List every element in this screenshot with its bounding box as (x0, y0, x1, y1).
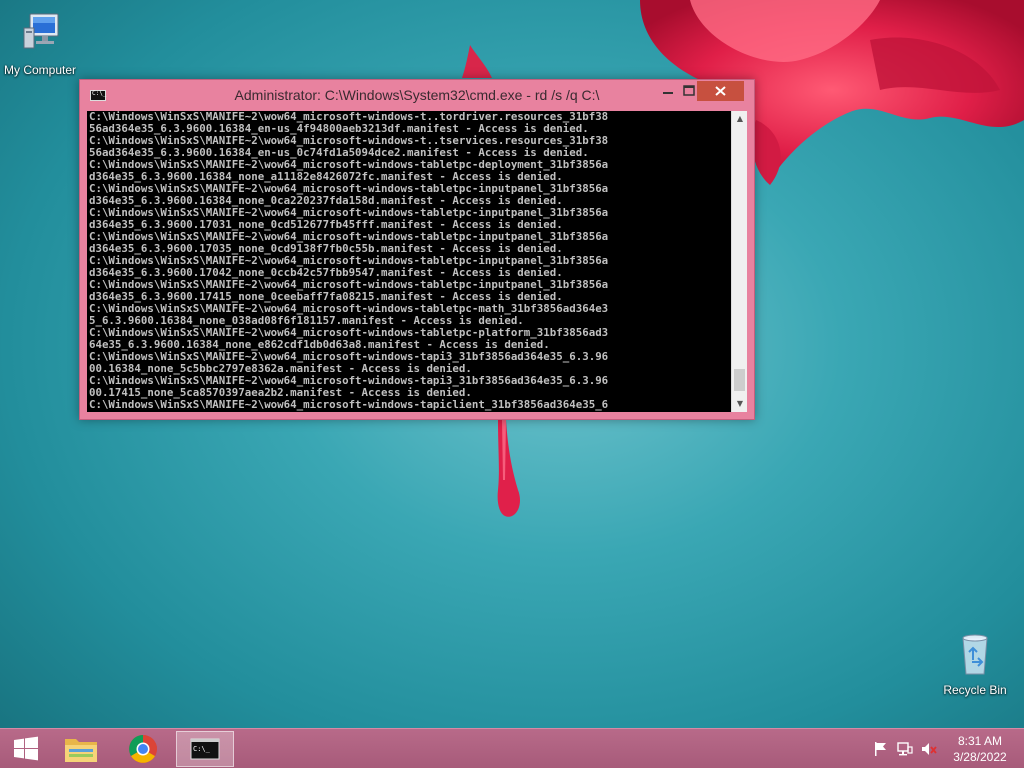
close-button[interactable] (697, 81, 744, 101)
taskbar-command-prompt[interactable]: C:\_ (176, 731, 234, 767)
vertical-scrollbar[interactable]: ▲ ▼ (731, 111, 747, 412)
scroll-down-arrow-icon[interactable]: ▼ (732, 396, 748, 412)
taskbar-chrome[interactable] (118, 731, 168, 767)
scrollbar-thumb[interactable] (734, 369, 745, 391)
volume-muted-icon[interactable] (920, 740, 938, 758)
console-lines: C:\Windows\WinSxS\MANIFE~2\wow64_microso… (87, 111, 718, 411)
folder-icon (65, 739, 97, 762)
desktop-icon-my-computer[interactable]: My Computer (0, 10, 80, 77)
cmd-window[interactable]: C:\_ Administrator: C:\Windows\System32\… (79, 79, 755, 420)
chrome-icon (129, 735, 157, 763)
minimize-icon (663, 92, 673, 94)
cmd-icon-text: C:\_ (193, 745, 211, 753)
window-titlebar[interactable]: C:\_ Administrator: C:\Windows\System32\… (80, 80, 754, 110)
system-tray (870, 729, 942, 768)
cmd-icon: C:\_ (190, 738, 220, 760)
recycle-bin-icon (962, 634, 988, 675)
flag-icon[interactable] (872, 740, 890, 758)
desktop-icon-label: My Computer (3, 63, 77, 77)
console-output[interactable]: C:\Windows\WinSxS\MANIFE~2\wow64_microso… (87, 111, 731, 412)
computer-icon (23, 13, 59, 49)
clock-time: 8:31 AM (957, 734, 1003, 748)
network-icon[interactable] (896, 740, 914, 758)
close-icon (715, 86, 726, 96)
desktop-icon-recycle-bin[interactable]: Recycle Bin (935, 630, 1015, 697)
clock-date: 3/28/2022 (953, 750, 1007, 764)
window-title: Administrator: C:\Windows\System32\cmd.e… (234, 87, 600, 103)
desktop-icon-label: Recycle Bin (943, 683, 1007, 697)
start-button[interactable] (4, 731, 48, 767)
taskbar-file-explorer[interactable] (56, 731, 106, 767)
scroll-up-arrow-icon[interactable]: ▲ (732, 111, 748, 127)
desktop: My Computer Recycle Bin C:\_ Administrat… (0, 0, 1024, 728)
windows-logo-icon (14, 736, 38, 761)
minimize-button[interactable] (657, 81, 679, 101)
taskbar-clock[interactable]: 8:31 AM 3/28/2022 (944, 733, 1016, 765)
taskbar: C:\_ 8:31 AM 3/28/2022 (0, 728, 1024, 768)
console-line: C:\Windows\WinSxS\MANIFE~2\wow64_microso… (88, 398, 609, 411)
